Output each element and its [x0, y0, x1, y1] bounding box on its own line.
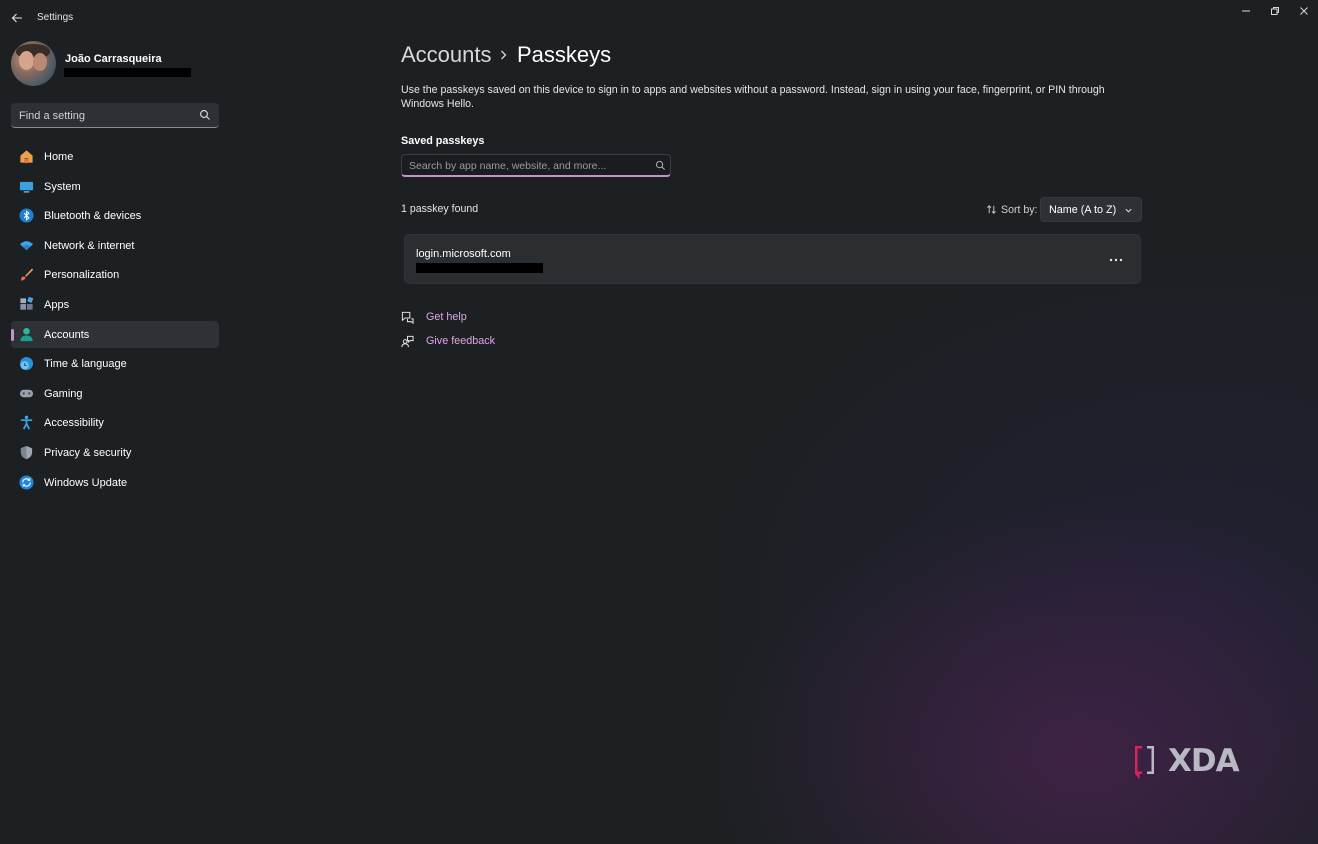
- breadcrumb-accounts[interactable]: Accounts: [401, 42, 492, 68]
- sidebar-item-privacy[interactable]: Privacy & security: [11, 439, 219, 466]
- sidebar-item-label: Accessibility: [44, 417, 104, 430]
- sidebar-item-personalization[interactable]: Personalization: [11, 261, 219, 288]
- passkey-search-input[interactable]: [409, 158, 647, 173]
- person-icon: [20, 327, 33, 341]
- sidebar-item-label: Personalization: [44, 269, 120, 282]
- close-button[interactable]: [1291, 2, 1317, 20]
- help-chat-icon: [401, 311, 414, 324]
- find-setting-input[interactable]: [19, 107, 189, 124]
- svg-text:XDA: XDA: [1168, 743, 1240, 779]
- sidebar-item-label: Time & language: [44, 358, 127, 371]
- brush-icon: [20, 268, 34, 281]
- sort-dropdown-value: Name (A to Z): [1049, 204, 1117, 216]
- sort-label: Sort by:: [1001, 204, 1038, 216]
- chevron-right-icon: [501, 50, 507, 60]
- more-options-button[interactable]: [1105, 251, 1127, 269]
- redacted-username: [416, 263, 543, 273]
- apps-icon: [20, 296, 34, 310]
- sidebar-item-system[interactable]: System: [11, 173, 219, 200]
- sidebar-item-label: System: [44, 180, 81, 193]
- sidebar-item-label: Apps: [44, 298, 70, 311]
- sidebar-item-gaming[interactable]: Gaming: [11, 380, 219, 407]
- sidebar-item-time-language[interactable]: Time & language: [11, 350, 219, 377]
- sidebar-item-windows-update[interactable]: Windows Update: [11, 469, 219, 496]
- restore-button[interactable]: [1262, 2, 1288, 20]
- sidebar-item-label: Windows Update: [44, 476, 128, 489]
- shield-icon: [20, 445, 33, 459]
- sidebar-item-accessibility[interactable]: Accessibility: [11, 409, 219, 436]
- passkey-site: login.microsoft.com: [416, 248, 511, 260]
- globe-clock-icon: [19, 357, 34, 371]
- passkey-count: 1 passkey found: [401, 203, 479, 215]
- sidebar-nav: Home System Bluetooth & devices Network …: [11, 143, 219, 498]
- feedback-icon: [401, 335, 414, 347]
- sidebar-item-label: Gaming: [44, 387, 83, 400]
- section-title: Saved passkeys: [401, 135, 485, 147]
- sidebar-item-label: Network & internet: [44, 239, 135, 252]
- user-name: João Carrasqueira: [65, 53, 162, 65]
- sidebar-item-label: Accounts: [44, 328, 90, 341]
- sidebar-item-label: Privacy & security: [44, 446, 132, 459]
- title-bar: Settings: [0, 0, 1318, 36]
- page-description: Use the passkeys saved on this device to…: [401, 84, 1105, 110]
- xda-logo: XDA: [1135, 743, 1241, 779]
- more-icon: [1109, 258, 1123, 262]
- back-arrow-icon: [11, 13, 22, 23]
- sidebar-item-network[interactable]: Network & internet: [11, 232, 219, 259]
- page-title: Passkeys: [517, 42, 612, 67]
- redacted-email: [64, 68, 191, 77]
- find-setting-box[interactable]: [11, 103, 219, 128]
- get-help-link[interactable]: Get help: [426, 311, 467, 323]
- sidebar-item-label: Home: [44, 151, 74, 163]
- accessibility-icon: [20, 416, 33, 430]
- system-icon: [19, 181, 34, 193]
- sort-dropdown[interactable]: Name (A to Z): [1040, 197, 1142, 222]
- avatar[interactable]: [11, 41, 56, 86]
- passkey-search-box[interactable]: [401, 154, 671, 177]
- search-icon: [200, 110, 210, 120]
- restore-icon: [1271, 7, 1279, 15]
- sort-icon: [987, 205, 996, 214]
- sidebar-item-label: Bluetooth & devices: [44, 210, 142, 223]
- back-button[interactable]: [6, 8, 28, 28]
- minimize-button[interactable]: [1233, 2, 1259, 20]
- bluetooth-icon: [19, 208, 34, 223]
- sidebar-item-bluetooth[interactable]: Bluetooth & devices: [11, 202, 219, 229]
- sidebar-item-accounts[interactable]: Accounts: [11, 320, 219, 348]
- home-icon: [20, 150, 33, 164]
- passkey-card[interactable]: login.microsoft.com: [404, 234, 1141, 284]
- search-icon: [656, 161, 665, 170]
- close-icon: [1300, 7, 1308, 15]
- update-icon: [19, 475, 34, 490]
- app-title: Settings: [37, 12, 74, 23]
- sidebar-item-home[interactable]: Home: [11, 143, 219, 170]
- sidebar-item-apps[interactable]: Apps: [11, 291, 219, 318]
- chevron-down-icon: [1125, 208, 1132, 213]
- give-feedback-row[interactable]: Give feedback: [401, 333, 495, 349]
- give-feedback-link[interactable]: Give feedback: [426, 335, 495, 347]
- gamepad-icon: [19, 389, 34, 397]
- minimize-icon: [1242, 10, 1250, 12]
- wifi-icon: [19, 241, 34, 250]
- get-help-row[interactable]: Get help: [401, 309, 467, 325]
